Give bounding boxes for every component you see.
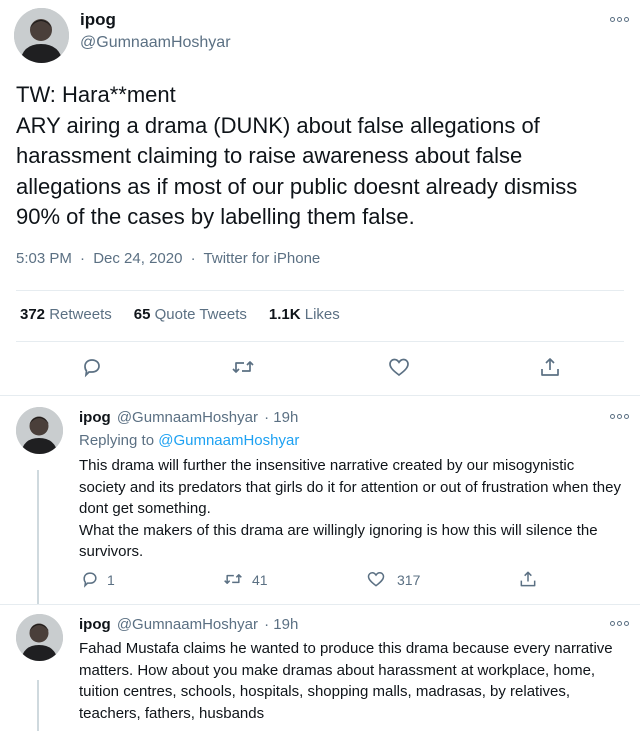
author-handle[interactable]: @GumnaamHoshyar [80,34,231,52]
divider [16,341,624,342]
reply-text: This drama will further the insensitive … [79,455,624,563]
meta-separator: · [80,250,86,267]
retweet-icon [224,574,242,584]
retweet-icon [232,361,254,373]
author-name[interactable]: ipog [79,409,111,426]
replying-prefix: Replying to [79,432,155,449]
replying-to: Replying to @GumnaamHoshyar [79,432,299,449]
meta-separator: · [190,250,196,267]
quotes-label: Quote Tweets [154,306,247,323]
author-handle[interactable]: @GumnaamHoshyar [117,409,258,426]
tweet-date[interactable]: Dec 24, 2020 [93,250,182,267]
avatar[interactable] [16,614,63,661]
reply-header: ipog @GumnaamHoshyar · 19h [79,409,298,426]
tweet-age[interactable]: · 19h [264,616,298,633]
replying-to-link[interactable]: @GumnaamHoshyar [158,432,299,449]
author-name[interactable]: ipog [80,10,116,30]
more-icon[interactable] [610,618,632,628]
author-handle[interactable]: @GumnaamHoshyar [117,616,258,633]
reply-paragraph: This drama will further the insensitive … [79,457,621,517]
tweet-age[interactable]: · 19h [264,409,298,426]
likes-stat[interactable]: 1.1K Likes [269,306,340,323]
like-icon [367,571,385,587]
quotes-count: 65 [133,306,151,323]
retweet-button[interactable] [222,569,244,589]
reply-button[interactable] [80,569,100,589]
share-icon [541,358,559,376]
reply-icon [84,359,100,378]
divider [16,290,624,291]
reply-button[interactable] [80,355,104,379]
retweets-count: 372 [20,306,46,323]
more-icon[interactable] [610,14,632,24]
tweet-text: TW: Hara**ment ARY airing a drama (DUNK)… [16,82,578,229]
like-count: 317 [397,572,421,588]
like-button[interactable] [387,355,411,379]
avatar[interactable] [14,8,69,63]
avatar-image [16,407,63,454]
retweets-stat[interactable]: 372 Retweets [20,306,112,323]
likes-count: 1.1K [268,306,301,323]
share-icon [520,571,536,587]
tweet-meta: 5:03 PM · Dec 24, 2020 · Twitter for iPh… [16,250,320,267]
share-button[interactable] [518,569,538,589]
retweet-button[interactable] [230,355,256,379]
reply-count: 1 [107,572,115,588]
reply-paragraph: What the makers of this drama are willin… [79,521,598,561]
reply-header: ipog @GumnaamHoshyar · 19h [79,616,298,633]
more-icon[interactable] [610,411,632,421]
share-button[interactable] [538,355,562,379]
author-name[interactable]: ipog [79,616,111,633]
thread-line [37,470,39,604]
tweet-stats: 372 Retweets 65 Quote Tweets 1.1K Likes [20,306,340,323]
quotes-stat[interactable]: 65 Quote Tweets [134,306,247,323]
tweet-time[interactable]: 5:03 PM [16,250,72,267]
reply-icon [83,572,97,588]
retweets-label: Retweets [49,306,112,323]
thread-line [37,680,39,731]
reply-text: Fahad Mustafa claims he wanted to produc… [79,640,613,722]
tweet-source[interactable]: Twitter for iPhone [204,250,321,267]
like-icon [389,358,409,377]
retweet-count: 41 [252,572,268,588]
avatar[interactable] [16,407,63,454]
avatar-image [14,8,69,63]
like-button[interactable] [366,569,386,589]
avatar-image [16,614,63,661]
likes-label: Likes [304,306,340,323]
main-tweet: ipog @GumnaamHoshyar TW: Hara**ment ARY … [0,0,640,396]
